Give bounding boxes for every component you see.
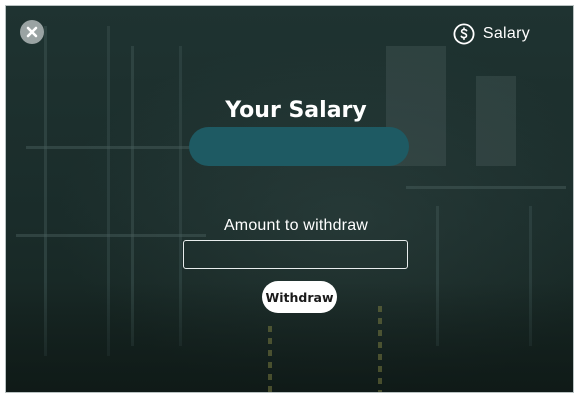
close-button[interactable]	[20, 20, 44, 44]
salary-badge-label: Salary	[482, 25, 530, 42]
background-floor-stripe	[378, 306, 382, 392]
amount-input[interactable]	[183, 240, 408, 269]
background-rack	[44, 26, 110, 356]
background-bar	[406, 186, 566, 189]
salary-modal: Salary Your Salary Amount to withdraw Wi…	[5, 5, 574, 393]
page-title: Your Salary	[225, 98, 367, 123]
amount-label: Amount to withdraw	[223, 217, 369, 234]
salary-badge: Salary	[453, 23, 530, 45]
close-icon	[26, 26, 38, 38]
background-bar	[26, 146, 206, 149]
salary-display	[189, 127, 409, 166]
background-rack	[131, 46, 182, 346]
withdraw-button[interactable]: Withdraw	[262, 281, 337, 313]
background-floor-stripe	[268, 326, 272, 392]
dollar-circle-icon	[453, 23, 475, 45]
